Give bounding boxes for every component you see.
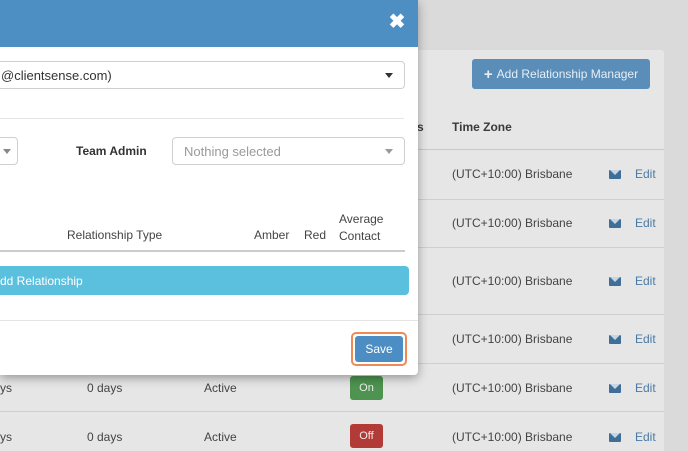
edit-link[interactable]: Edit xyxy=(635,430,656,444)
time-zone-cell: (UTC+10:00) Brisbane xyxy=(452,430,573,444)
time-zone-cell: (UTC+10:00) Brisbane xyxy=(452,167,573,181)
footer-divider xyxy=(0,320,418,321)
mail-icon[interactable] xyxy=(609,431,621,445)
time-zone-cell: (UTC+10:00) Brisbane xyxy=(452,274,573,288)
header-average-line1: Average xyxy=(339,212,384,226)
mail-icon[interactable] xyxy=(609,275,621,289)
edit-link[interactable]: Edit xyxy=(635,274,656,288)
chevron-down-icon xyxy=(385,73,393,78)
toggle-on-button[interactable]: On xyxy=(350,376,383,400)
team-admin-select[interactable]: Nothing selected xyxy=(172,137,405,165)
save-button-highlight: Save xyxy=(351,332,407,366)
column-header-time-zone: Time Zone xyxy=(452,120,512,134)
team-admin-placeholder: Nothing selected xyxy=(184,143,281,159)
modal-header: ✖ xyxy=(0,0,418,47)
cell-partial: ys xyxy=(0,381,12,395)
header-relationship-type: Relationship Type xyxy=(67,228,163,242)
time-zone-cell: (UTC+10:00) Brisbane xyxy=(452,216,573,230)
table-row: ys 0 days Active Off (UTC+10:00) Brisban… xyxy=(0,412,664,451)
toggle-off-button[interactable]: Off xyxy=(350,424,383,448)
relationship-modal: ✖ @clientsense.com) Team Admin Nothing s… xyxy=(0,0,418,375)
user-email-value: @clientsense.com) xyxy=(1,67,112,83)
time-zone-cell: (UTC+10:00) Brisbane xyxy=(452,381,573,395)
status-cell: Active xyxy=(204,430,237,444)
cell-partial: ys xyxy=(0,430,12,444)
add-relationship-button[interactable]: dd Relationship xyxy=(0,266,409,295)
add-relationship-label: dd Relationship xyxy=(0,273,83,288)
mail-icon[interactable] xyxy=(609,382,621,396)
header-average-line2: Contact xyxy=(339,229,381,243)
status-cell: Active xyxy=(204,381,237,395)
form-divider xyxy=(0,118,404,119)
days-cell: 0 days xyxy=(87,381,123,395)
user-email-select[interactable]: @clientsense.com) xyxy=(0,61,405,89)
mail-icon[interactable] xyxy=(609,333,621,347)
mail-icon[interactable] xyxy=(609,168,621,182)
save-button[interactable]: Save xyxy=(355,336,403,362)
add-relationship-manager-label: Add Relationship Manager xyxy=(496,67,639,81)
edit-link[interactable]: Edit xyxy=(635,332,656,346)
days-cell: 0 days xyxy=(87,430,123,444)
mail-icon[interactable] xyxy=(609,217,621,231)
time-zone-cell: (UTC+10:00) Brisbane xyxy=(452,332,573,346)
edit-link[interactable]: Edit xyxy=(635,381,656,395)
chevron-down-icon xyxy=(3,149,11,154)
close-icon[interactable]: ✖ xyxy=(388,12,406,32)
header-amber: Amber xyxy=(254,228,290,242)
header-red: Red xyxy=(304,228,327,242)
column-header-partial: s xyxy=(417,120,424,134)
edit-link[interactable]: Edit xyxy=(635,167,656,181)
chevron-down-icon xyxy=(385,149,393,154)
header-average-contact: Average Contact xyxy=(339,211,383,245)
plus-icon: + xyxy=(483,65,493,83)
add-relationship-manager-button[interactable]: + Add Relationship Manager xyxy=(472,59,650,89)
left-select[interactable] xyxy=(0,137,18,165)
team-admin-label: Team Admin xyxy=(76,144,147,158)
table-header-divider xyxy=(0,250,405,252)
edit-link[interactable]: Edit xyxy=(635,216,656,230)
